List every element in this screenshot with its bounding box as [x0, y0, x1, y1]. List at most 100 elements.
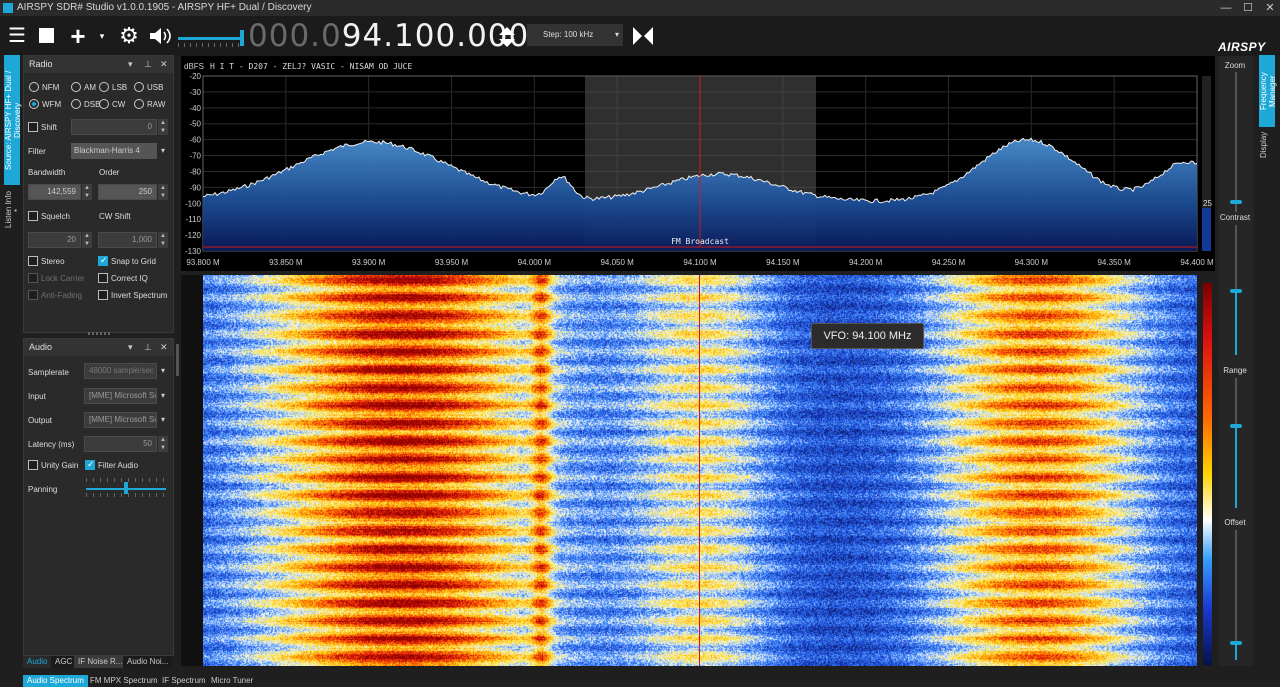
- snap-to-grid-label: Snap to Grid: [111, 257, 156, 266]
- stereo-checkbox[interactable]: [28, 256, 38, 266]
- mode-radio-cw[interactable]: [99, 99, 109, 109]
- close-icon[interactable]: ✕: [160, 56, 168, 73]
- tab-audio-noise-reduction[interactable]: Audio Noi...: [123, 656, 173, 668]
- audio-panel-header: Audio ▾ ⊥ ✕: [24, 339, 173, 356]
- output-label: Output: [28, 416, 53, 425]
- squelch-spinner[interactable]: ▲ ▼: [82, 232, 92, 248]
- tab-source-label: Source: AIRSPY HF+ Dual / Discovery: [4, 70, 22, 170]
- cw-shift-spinner[interactable]: ▲ ▼: [158, 232, 168, 248]
- tab-frequency-manager[interactable]: Frequency Manager: [1259, 55, 1277, 127]
- tab-if-spectrum[interactable]: IF Spectrum: [158, 675, 210, 687]
- spectrum-analyzer[interactable]: FM Broadcast dBFS H I T - D207 - ZELJ? V…: [181, 56, 1215, 271]
- stop-icon[interactable]: [39, 28, 54, 43]
- step-select[interactable]: Step: 100 kHz ▾: [527, 24, 623, 46]
- chevron-down-icon[interactable]: ▾: [95, 24, 109, 48]
- mode-radio-wfm[interactable]: [29, 99, 39, 109]
- level-meter-fill: [1202, 208, 1211, 251]
- shift-checkbox[interactable]: [28, 122, 38, 132]
- squelch-checkbox[interactable]: [28, 211, 38, 221]
- tab-frequency-manager-label: Frequency Manager: [1259, 72, 1277, 110]
- chevron-down-icon[interactable]: ▾: [157, 388, 169, 404]
- correct-iq-checkbox[interactable]: [98, 273, 108, 283]
- lock-carrier-checkbox[interactable]: [28, 273, 38, 283]
- squelch-input[interactable]: 20: [28, 232, 81, 248]
- tab-micro-tuner[interactable]: Micro Tuner: [207, 675, 257, 687]
- shift-spinner[interactable]: ▲ ▼: [158, 119, 168, 135]
- anti-fading-checkbox[interactable]: [28, 290, 38, 300]
- filter-select[interactable]: Blackman-Harris 4: [71, 143, 157, 159]
- input-select[interactable]: [MME] Microsoft So: [84, 388, 157, 404]
- range-slider-handle[interactable]: [1230, 424, 1242, 428]
- volume-slider[interactable]: [178, 37, 244, 40]
- tab-display-label: Display: [1259, 131, 1268, 159]
- panel-scrollbar[interactable]: [176, 344, 179, 376]
- radio-panel-title: Radio: [29, 59, 53, 69]
- tab-source[interactable]: Source: AIRSPY HF+ Dual / Discovery: [4, 55, 22, 185]
- maximize-button[interactable]: ☐: [1238, 0, 1258, 16]
- chevron-down-icon[interactable]: ▾: [157, 412, 169, 428]
- contrast-slider-handle[interactable]: [1230, 289, 1242, 293]
- frequency-leading-digits[interactable]: 000.0: [248, 18, 342, 54]
- waterfall-display[interactable]: [203, 275, 1197, 666]
- order-spinner[interactable]: ▲ ▼: [158, 184, 168, 200]
- mode-label-cw: CW: [112, 100, 126, 109]
- mode-radio-nfm[interactable]: [29, 82, 39, 92]
- snap-to-grid-checkbox[interactable]: [98, 255, 108, 266]
- pin-icon[interactable]: ⊥: [144, 339, 152, 356]
- x-tick-label: 94.400 M: [1180, 258, 1214, 267]
- add-icon[interactable]: +: [66, 23, 90, 49]
- invert-spectrum-checkbox[interactable]: [98, 290, 108, 300]
- tab-if-noise-reduction[interactable]: IF Noise R...: [74, 656, 127, 668]
- close-button[interactable]: ✕: [1260, 0, 1280, 16]
- x-tick-label: 94.050 M: [600, 258, 634, 267]
- chevron-down-icon[interactable]: ▾: [157, 143, 169, 159]
- tab-display[interactable]: Display: [1259, 130, 1275, 160]
- minimize-button[interactable]: —: [1216, 0, 1236, 16]
- zoom-slider-handle[interactable]: [1230, 200, 1242, 204]
- panel-splitter[interactable]: [88, 332, 112, 335]
- contrast-slider-fill: [1235, 290, 1237, 355]
- menu-icon[interactable]: ☰: [6, 24, 28, 48]
- y-tick-label: -30: [189, 88, 201, 97]
- mode-radio-usb[interactable]: [134, 82, 144, 92]
- unity-gain-checkbox[interactable]: [28, 460, 38, 470]
- tab-fm-mpx-spectrum[interactable]: FM MPX Spectrum: [86, 675, 162, 687]
- filter-audio-checkbox[interactable]: [85, 459, 95, 470]
- zoom-label: Zoom: [1224, 61, 1246, 70]
- pin-icon[interactable]: ⊥: [144, 56, 152, 73]
- tab-audio-spectrum[interactable]: Audio Spectrum: [23, 675, 88, 687]
- tab-listen-info[interactable]: Listen Info *: [4, 190, 22, 230]
- mode-radio-am[interactable]: [71, 82, 81, 92]
- tab-agc[interactable]: AGC: [51, 656, 77, 668]
- correct-iq-label: Correct IQ: [111, 274, 148, 283]
- frequency-display[interactable]: 000.094.100.000: [248, 18, 529, 54]
- speaker-icon[interactable]: [148, 26, 172, 48]
- x-tick-label: 94.250 M: [932, 258, 966, 267]
- latency-spinner[interactable]: ▲ ▼: [158, 436, 168, 452]
- tab-audio[interactable]: Audio: [23, 656, 52, 668]
- order-input[interactable]: 250: [98, 184, 157, 200]
- latency-input[interactable]: 50: [84, 436, 157, 452]
- gear-icon[interactable]: ⚙: [116, 24, 142, 48]
- close-icon[interactable]: ✕: [160, 339, 168, 356]
- shift-input[interactable]: 0: [71, 119, 157, 135]
- cw-shift-input[interactable]: 1,000: [98, 232, 157, 248]
- samplerate-select[interactable]: 48000 sample/sec: [84, 363, 157, 379]
- output-select[interactable]: [MME] Microsoft So: [84, 412, 157, 428]
- bandwidth-spinner[interactable]: ▲ ▼: [82, 184, 92, 200]
- x-tick-label: 94.300 M: [1015, 258, 1049, 267]
- bandwidth-input[interactable]: 142,559: [28, 184, 81, 200]
- contrast-label: Contrast: [1219, 213, 1251, 222]
- zoom-slider[interactable]: [1235, 72, 1237, 212]
- center-tuning-icon[interactable]: [632, 26, 654, 48]
- mode-radio-lsb[interactable]: [99, 82, 109, 92]
- chevron-down-icon[interactable]: ▾: [157, 363, 169, 379]
- dbfs-unit-label: dBFS: [184, 62, 204, 71]
- chevron-down-icon[interactable]: ▾: [128, 56, 133, 73]
- mode-radio-raw[interactable]: [134, 99, 144, 109]
- mode-radio-dsb[interactable]: [71, 99, 81, 109]
- frequency-up-down-icon[interactable]: [498, 25, 516, 51]
- offset-slider-handle[interactable]: [1230, 641, 1242, 645]
- chevron-down-icon[interactable]: ▾: [128, 339, 133, 356]
- vfo-tooltip: VFO: 94.100 MHz: [811, 323, 924, 349]
